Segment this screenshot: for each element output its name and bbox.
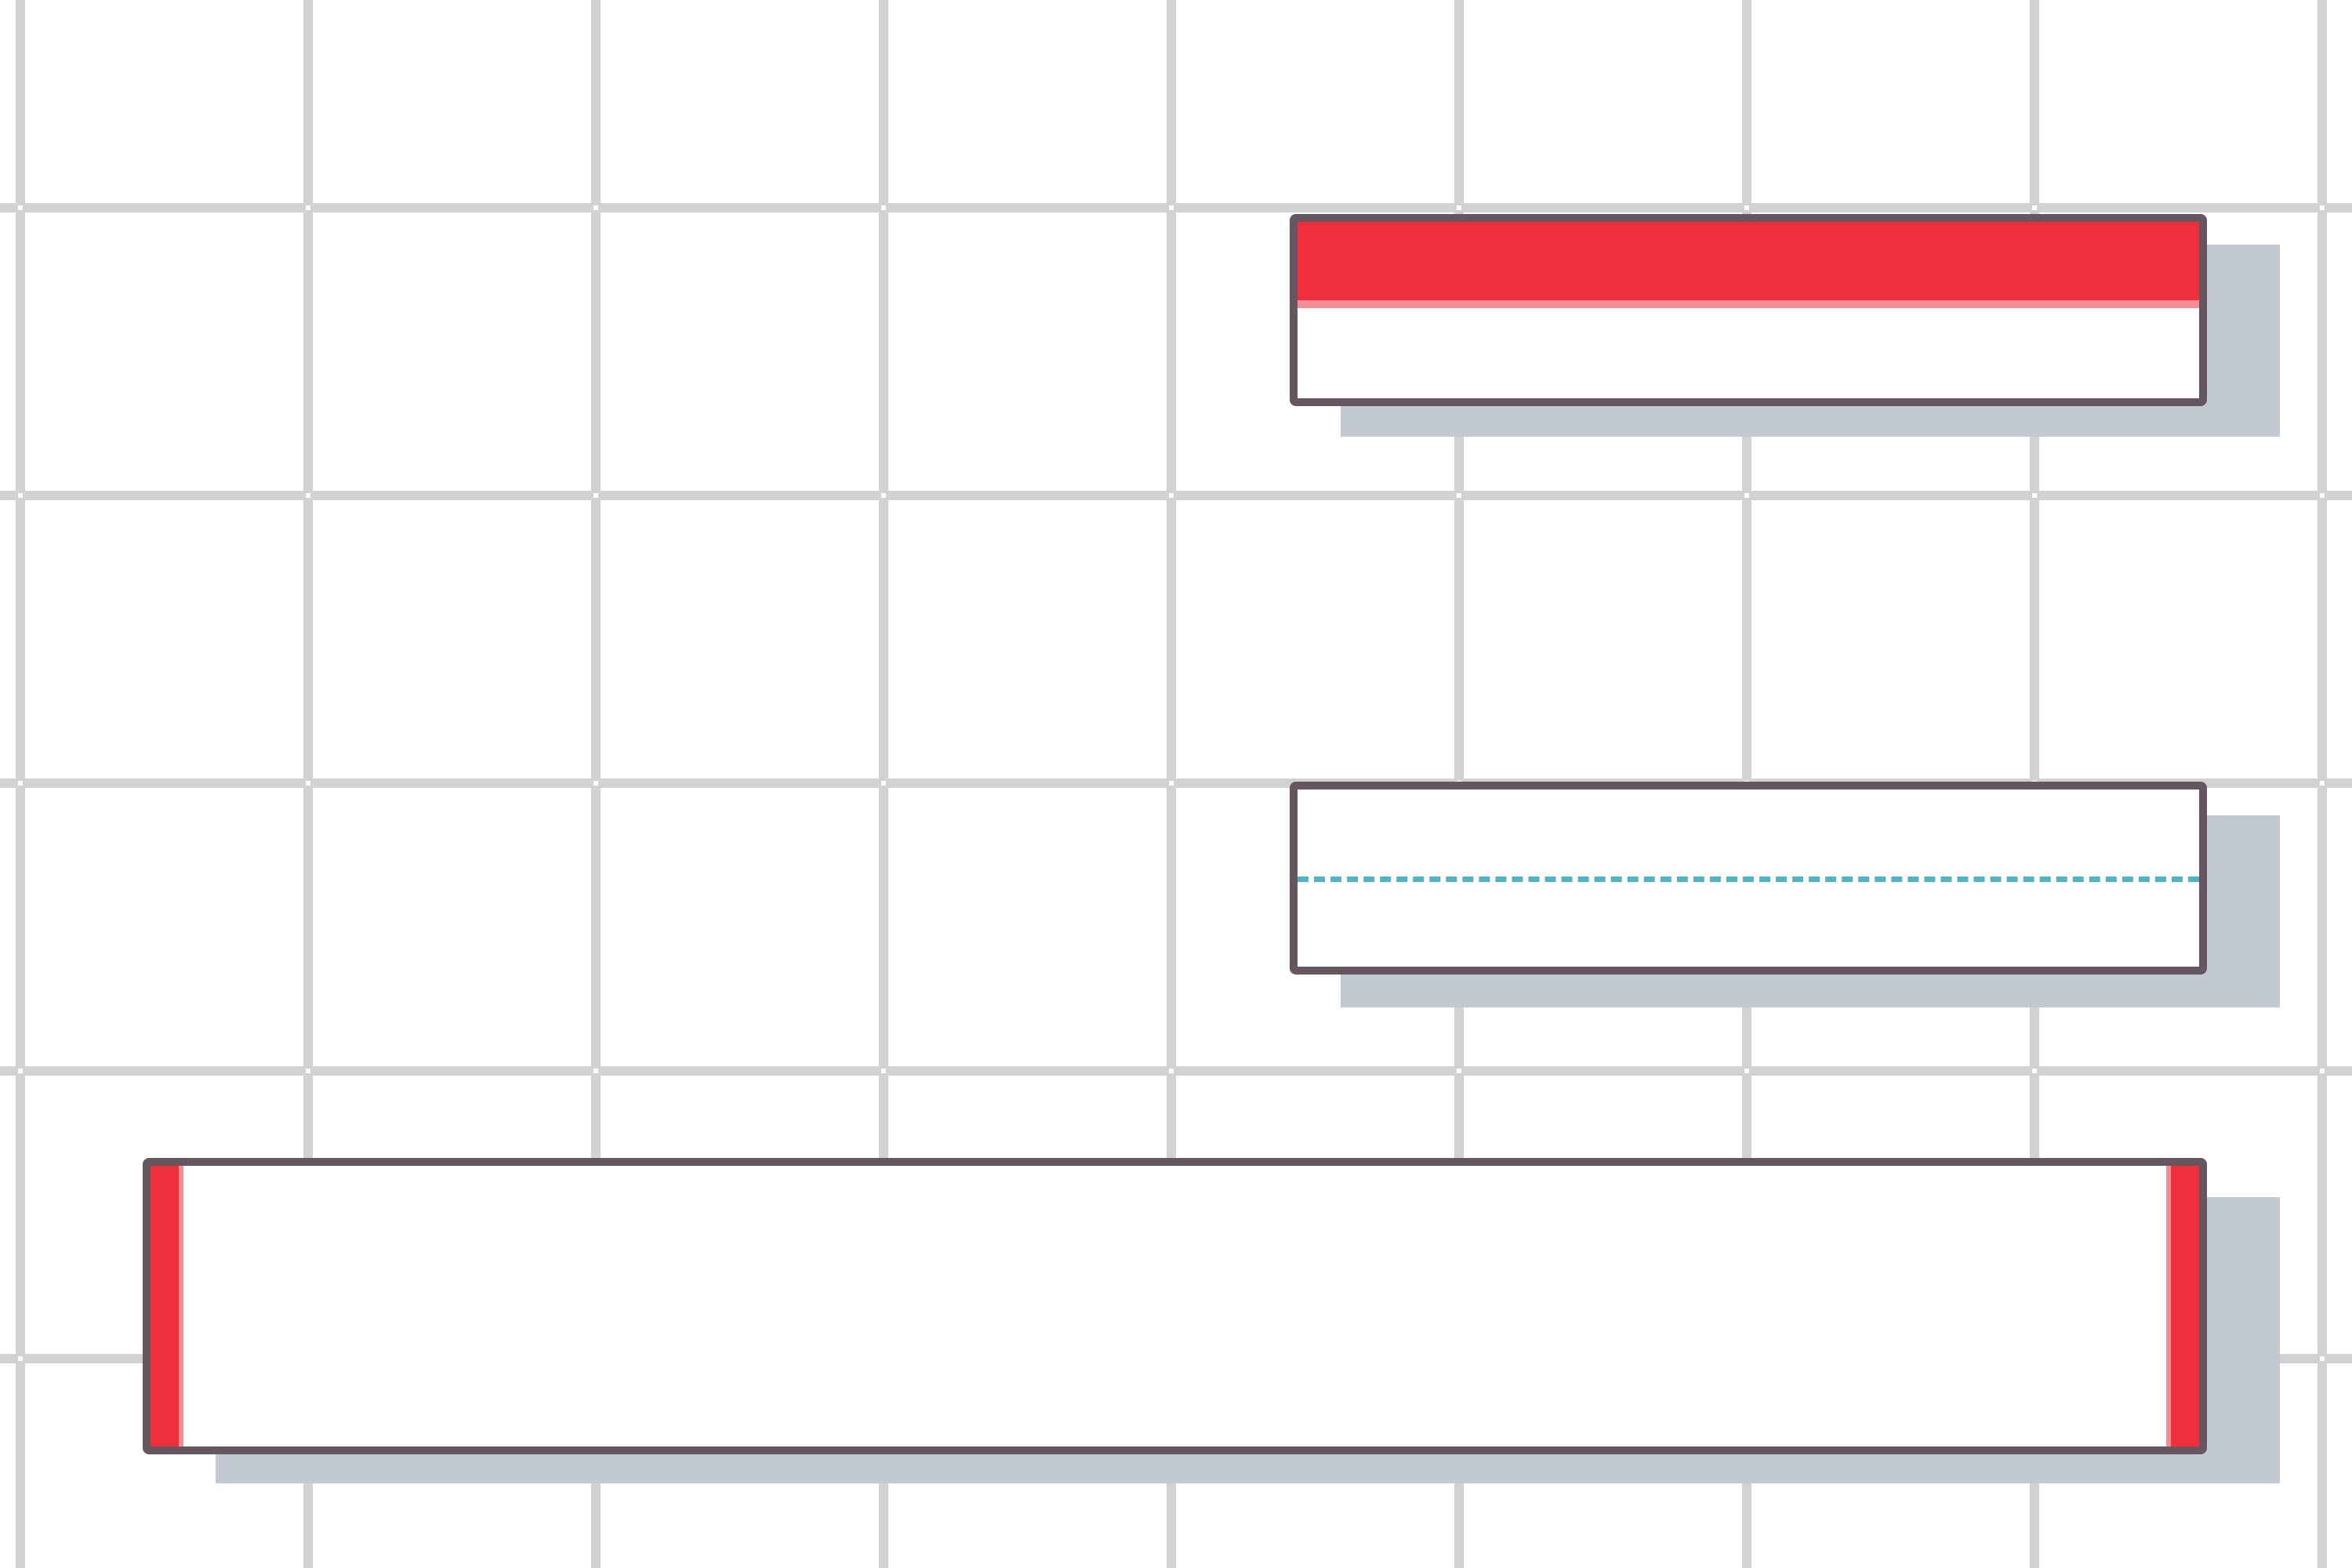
grid-intersection bbox=[2320, 1356, 2325, 1361]
grid-intersection bbox=[2320, 205, 2325, 210]
grid-intersection bbox=[2032, 493, 2037, 498]
grid-intersection bbox=[881, 493, 886, 498]
grid-intersection bbox=[306, 205, 310, 210]
grid-intersection bbox=[593, 493, 598, 498]
grid-intersection bbox=[2032, 1069, 2037, 1073]
grid-intersection bbox=[306, 781, 310, 786]
grid-intersection bbox=[1744, 493, 1749, 498]
middle-panel-dashed-line bbox=[1298, 877, 2199, 882]
grid-intersection bbox=[18, 781, 23, 786]
middle-panel[interactable] bbox=[1290, 782, 2207, 975]
bottom-panel-right-strip bbox=[2171, 1166, 2199, 1446]
grid-intersection bbox=[593, 1069, 598, 1073]
grid-intersection bbox=[1169, 205, 1174, 210]
grid-intersection bbox=[881, 1069, 886, 1073]
grid-intersection bbox=[1744, 1069, 1749, 1073]
grid-intersection bbox=[18, 205, 23, 210]
canvas bbox=[0, 0, 2352, 1568]
grid-intersection bbox=[306, 493, 310, 498]
grid-intersection bbox=[593, 205, 598, 210]
grid-intersection bbox=[2032, 205, 2037, 210]
grid-intersection bbox=[1744, 205, 1749, 210]
bottom-panel-right-strip-edge bbox=[2166, 1166, 2171, 1446]
grid-intersection bbox=[881, 781, 886, 786]
grid-intersection bbox=[18, 1356, 23, 1361]
grid-intersection bbox=[2320, 781, 2325, 786]
grid-intersection bbox=[2320, 1069, 2325, 1073]
top-panel-header-band bbox=[1298, 222, 2199, 300]
grid-intersection bbox=[1457, 1069, 1461, 1073]
grid-intersection bbox=[1169, 1069, 1174, 1073]
grid-intersection bbox=[1457, 493, 1461, 498]
grid-intersection bbox=[1457, 205, 1461, 210]
bottom-panel-left-strip bbox=[151, 1166, 179, 1446]
grid-intersection bbox=[1169, 781, 1174, 786]
grid-intersection bbox=[306, 1069, 310, 1073]
bottom-panel[interactable] bbox=[143, 1158, 2207, 1454]
top-panel-header-band-edge bbox=[1298, 300, 2199, 308]
grid-intersection bbox=[881, 205, 886, 210]
top-panel[interactable] bbox=[1290, 214, 2207, 406]
grid-intersection bbox=[593, 781, 598, 786]
grid-intersection bbox=[18, 493, 23, 498]
grid-intersection bbox=[1169, 493, 1174, 498]
grid-intersection bbox=[2320, 493, 2325, 498]
grid-intersection bbox=[18, 1069, 23, 1073]
bottom-panel-left-strip-edge bbox=[179, 1166, 183, 1446]
